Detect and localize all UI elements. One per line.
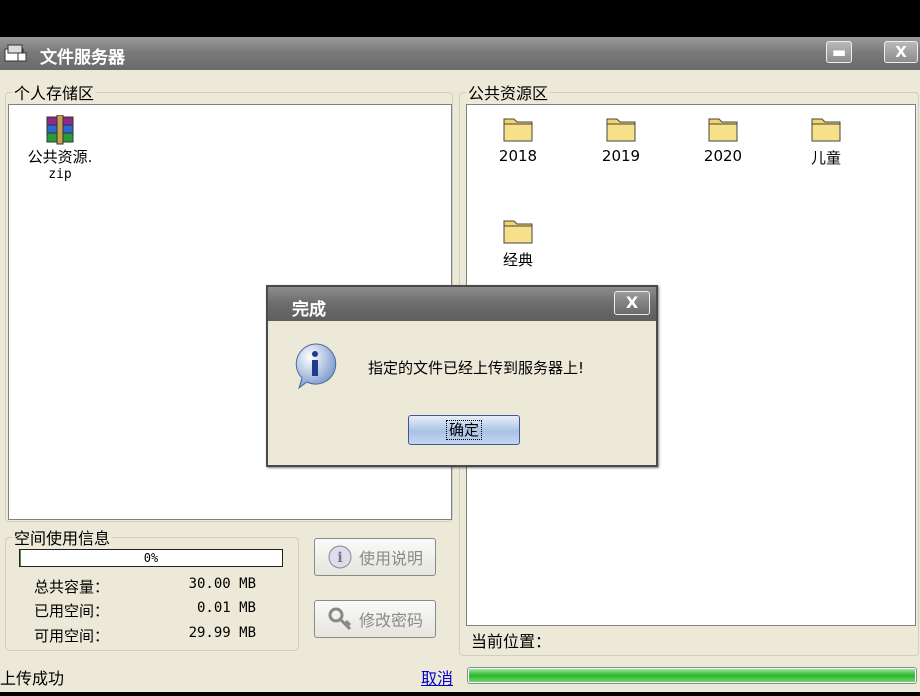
ok-button-label: 确定: [445, 420, 482, 440]
help-button-label: 使用说明: [358, 549, 423, 568]
space-usage-bar: 0%: [19, 549, 283, 567]
upload-progress-bar: [467, 667, 917, 684]
file-extension: zip: [48, 167, 72, 182]
info-label: 可用空间：: [34, 627, 110, 645]
app-icon: [4, 43, 28, 63]
info-value: 29.99 MB: [188, 625, 256, 641]
completion-dialog: 完成 X 指定的文件已经上传到服务器上! 确定: [266, 285, 658, 467]
minimize-button[interactable]: ▬: [826, 41, 852, 63]
folder-name: 2020: [703, 147, 743, 165]
folder-item[interactable]: 儿童: [781, 113, 871, 168]
window-title: 文件服务器: [40, 48, 125, 68]
folder-item[interactable]: 2020: [678, 113, 768, 165]
status-bar: 上传成功 取消: [0, 662, 920, 692]
dialog-close-button[interactable]: X: [614, 291, 650, 315]
close-button[interactable]: X: [884, 41, 918, 63]
info-value: 0.01 MB: [196, 600, 256, 616]
info-label: 已用空间：: [34, 602, 110, 620]
folder-item[interactable]: 2019: [576, 113, 666, 165]
information-icon: [290, 341, 340, 391]
folder-name: 经典: [502, 251, 533, 269]
folder-name: 2018: [498, 147, 538, 165]
help-button[interactable]: i 使用说明: [314, 538, 436, 576]
folder-icon: [707, 113, 739, 143]
space-info-legend: 空间使用信息: [14, 529, 111, 548]
cancel-link[interactable]: 取消: [421, 665, 453, 689]
key-icon: [327, 606, 353, 632]
folder-icon: [810, 113, 842, 143]
info-value: 30.00 MB: [188, 576, 256, 592]
folder-item[interactable]: 2018: [473, 113, 563, 165]
upload-progress-fill: [469, 669, 915, 682]
ok-button[interactable]: 确定: [408, 415, 520, 445]
personal-storage-legend: 个人存储区: [14, 84, 95, 103]
folder-icon: [502, 113, 534, 143]
change-password-label: 修改密码: [358, 611, 423, 630]
dialog-message: 指定的文件已经上传到服务器上!: [368, 359, 585, 377]
change-password-button[interactable]: 修改密码: [314, 600, 436, 638]
folder-icon: [502, 215, 534, 245]
title-bar[interactable]: 文件服务器 ▬ X: [0, 37, 920, 70]
current-location-label: 当前位置：: [471, 632, 552, 651]
winrar-archive-icon: [44, 114, 76, 145]
dialog-title-bar[interactable]: 完成 X: [268, 287, 656, 321]
folder-icon: [605, 113, 637, 143]
file-item-zip[interactable]: 公共资源. zip: [15, 114, 105, 183]
folder-name: 儿童: [810, 149, 841, 167]
info-icon: i: [327, 544, 353, 570]
dialog-title: 完成: [292, 300, 326, 320]
status-text: 上传成功: [0, 669, 65, 688]
svg-text:i: i: [337, 550, 342, 566]
folder-item[interactable]: 经典: [473, 215, 563, 270]
public-resources-legend: 公共资源区: [468, 84, 549, 103]
folder-name: 2019: [601, 147, 641, 165]
info-label: 总共容量：: [34, 578, 110, 596]
space-usage-percent: 0%: [143, 551, 159, 565]
file-name: 公共资源.: [27, 148, 93, 166]
